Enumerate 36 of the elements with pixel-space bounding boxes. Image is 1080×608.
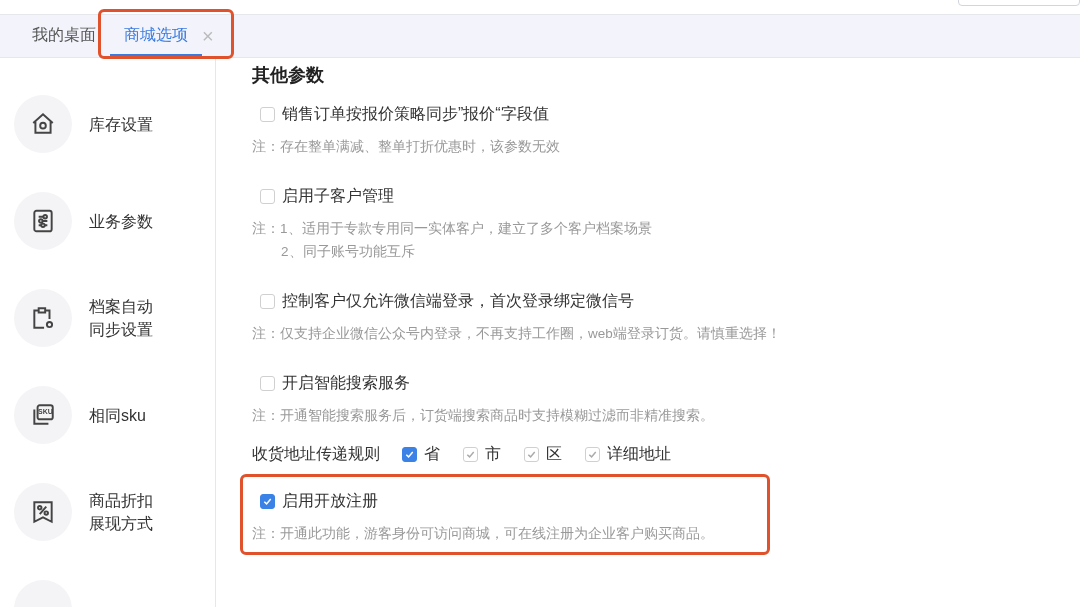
note-text: 注：开通智能搜索服务后，订货端搜索商品时支持模糊过滤而非精准搜索。 (252, 407, 715, 425)
checkbox[interactable] (260, 493, 275, 509)
sidebar-item[interactable]: 库存设置 (89, 112, 153, 136)
checkbox[interactable] (260, 293, 275, 309)
option-label: 控制客户仅允许微信端登录，首次登录绑定微信号 (282, 291, 634, 311)
note-text: 注：存在整单满减、整单打折优惠时，该参数无效 (252, 138, 561, 156)
house-gear-icon (30, 111, 56, 137)
field-label: 收货地址传递规则 (252, 444, 380, 464)
section-title: 其他参数 (252, 64, 325, 87)
note-text: 2、同子账号功能互斥 (280, 243, 416, 261)
option-label: 开启智能搜索服务 (282, 373, 410, 393)
sidebar-item[interactable]: 档案自动 (89, 295, 153, 318)
note-text: 注：仅支持企业微信公众号内登录，不再支持工作圈，web端登录订货。请慎重选择！ (252, 325, 782, 343)
sidebar-item[interactable]: 业务参数 (89, 209, 153, 233)
sidebar-item[interactable]: 展现方式 (89, 512, 153, 535)
checkbox-label: 详细地址 (607, 444, 671, 464)
checkbox[interactable] (402, 446, 417, 462)
sidebar-item[interactable]: 同步设置 (89, 318, 153, 341)
option-label: 销售订单按报价策略同步”报价“字段值 (282, 104, 549, 124)
percent-tag-icon (30, 499, 56, 525)
sliders-icon (30, 208, 56, 234)
note-text: 注：开通此功能，游客身份可访问商城，可在线注册为企业客户购买商品。 (252, 525, 715, 543)
option-label: 启用子客户管理 (282, 186, 394, 206)
checkbox-label: 区 (546, 444, 562, 464)
sidebar-item[interactable]: 商品折扣 (89, 489, 153, 512)
checkbox[interactable] (260, 188, 275, 204)
checkbox[interactable] (260, 106, 275, 122)
note-text: 注：1、适用于专款专用同一实体客户，建立了多个客户档案场景 (252, 220, 653, 238)
checkbox-label: 市 (485, 444, 501, 464)
checkbox[interactable] (260, 375, 275, 391)
tab[interactable]: 商城选项 (110, 15, 202, 57)
sidebar-item[interactable]: 相同sku (89, 403, 146, 427)
tab[interactable]: 我的桌面 (18, 15, 110, 57)
option-label: 启用开放注册 (282, 491, 378, 511)
checkbox-label: 省 (424, 444, 440, 464)
clipboard-gear-icon (30, 305, 56, 331)
